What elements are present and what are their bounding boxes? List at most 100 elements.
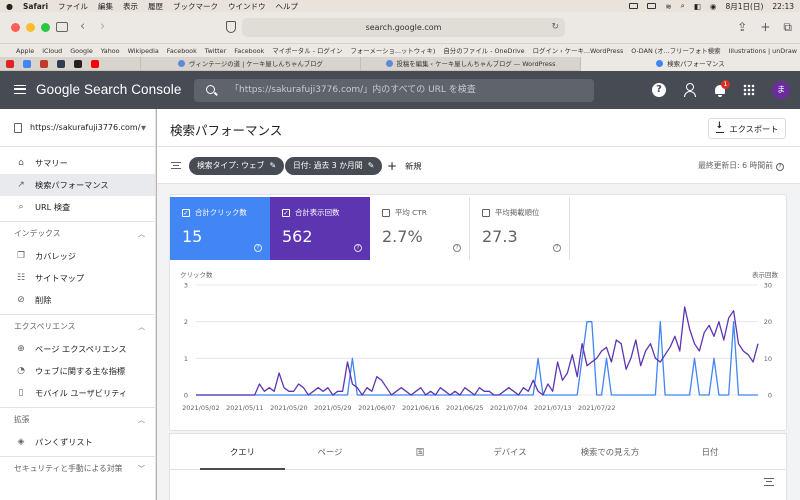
tab-overview-icon[interactable]: ⧉ [783,20,792,35]
back-icon[interactable]: ‹ [80,19,85,34]
tab-queries[interactable]: クエリ [200,434,285,470]
sidebar-item-core-web-vitals[interactable]: ◔ ウェブに関する主な指標 [0,360,155,382]
favorite-link[interactable]: Google [70,47,93,55]
product-logo[interactable]: Google Search Console [36,82,181,97]
sidebar-item-coverage[interactable]: ❐ カバレッジ [0,245,155,267]
sidebar-section-index[interactable]: インデックス ︿ [0,221,155,245]
help-icon[interactable]: ? [553,244,561,252]
sidebar-section-security[interactable]: セキュリティと手動による対策 ﹀ [0,456,155,480]
checkbox-checked-icon[interactable]: ✓ [182,208,190,217]
sidebar-item-page-experience[interactable]: ⊕ ページ エクスペリエンス [0,338,155,360]
browser-tab-active[interactable]: 検索パフォーマンス [580,56,800,71]
metric-total-impressions[interactable]: ✓ 合計表示回数 562 ? [270,197,370,260]
favorite-link[interactable]: フォーメーショ...ットウィキ) [351,46,436,55]
help-icon[interactable]: ? [254,244,262,252]
new-tab-icon[interactable]: + [760,20,770,35]
wifi-icon[interactable]: ≋ [665,2,671,11]
favorite-link[interactable]: Facebook [167,47,197,55]
sidebar-item-breadcrumbs[interactable]: ◈ パンくずリスト [0,431,155,453]
property-selector[interactable]: https://sakurafuji3776.com/ ▼ [0,109,155,147]
pinned-tab-icon[interactable] [57,59,65,68]
favorite-link[interactable]: Yahoo [101,47,120,55]
filter-chip-search-type[interactable]: 検索タイプ: ウェブ ✎ [189,157,285,175]
menubar-time[interactable]: 22:13 [772,2,794,11]
battery-icon[interactable] [647,3,657,9]
reload-icon[interactable]: ↻ [551,18,559,37]
menu-help[interactable]: ヘルプ [276,1,299,12]
display-icon[interactable] [629,3,639,9]
pinned-tab-icon[interactable] [74,59,82,68]
apple-icon[interactable]: ● [6,2,13,11]
menu-history[interactable]: 履歴 [148,1,163,12]
sidebar-section-experience[interactable]: エクスペリエンス ︿ [0,314,155,338]
sidebar-section-enhancements[interactable]: 拡張 ︿ [0,407,155,431]
sidebar-toggle-icon[interactable] [56,22,68,32]
favorite-link[interactable]: iCloud [42,47,62,55]
help-icon[interactable]: ? [354,244,362,252]
help-icon[interactable]: ? [776,163,784,171]
sidebar-item-url-inspection[interactable]: ⌕ URL 検査 [0,196,155,218]
sidebar-item-removals[interactable]: ⊘ 削除 [0,289,155,311]
search-icon[interactable]: ⌕ [681,1,685,11]
menu-window[interactable]: ウインドウ [228,1,266,12]
favorite-link[interactable]: O-DAN (オ...フリーフォト検索 [631,46,720,55]
checkbox-unchecked-icon[interactable] [482,208,490,217]
browser-tab[interactable]: ヴィンテージの道 | ケーキ屋しんちゃんブログ [140,56,360,71]
tab-devices[interactable]: デバイス [465,434,555,470]
new-filter-button[interactable]: + 新規 [387,157,421,175]
share-icon[interactable]: ⇪ [737,20,747,35]
close-window-button[interactable] [11,23,20,32]
menu-edit[interactable]: 編集 [98,1,113,12]
favorite-link[interactable]: Facebook [234,47,264,55]
sidebar-item-mobile-usability[interactable]: ▯ モバイル ユーザビリティ [0,382,155,404]
privacy-shield-icon[interactable] [226,21,236,33]
sidebar-item-summary[interactable]: ⌂ サマリー [0,152,155,174]
performance-chart[interactable]: クリック数 表示回数 0 0 1 10 2 20 3 30 2021/05/02 2021/05… [170,265,786,430]
minimize-window-button[interactable] [26,23,35,32]
pinned-tab-icon[interactable] [6,59,14,68]
filter-rows-icon[interactable] [764,478,774,486]
export-button[interactable]: エクスポート [708,118,786,139]
menu-view[interactable]: 表示 [123,1,138,12]
metric-total-clicks[interactable]: ✓ 合計クリック数 15 ? [170,197,270,260]
checkbox-checked-icon[interactable]: ✓ [282,208,290,217]
favorite-link[interactable]: Twitter [205,47,226,55]
favorite-link[interactable]: Apple [16,47,34,55]
apps-grid-icon[interactable] [743,84,755,96]
sidebar-item-sitemaps[interactable]: ☷ サイトマップ [0,267,155,289]
tab-dates[interactable]: 日付 [665,434,755,470]
favorite-link[interactable]: Wikipedia [128,47,159,55]
sidebar-item-performance[interactable]: ↗ 検索パフォーマンス [0,174,155,196]
browser-tab[interactable]: 投稿を編集 ‹ ケーキ屋しんちゃんブログ — WordPress [360,56,580,71]
menu-file[interactable]: ファイル [58,1,88,12]
url-inspection-search[interactable]: 「https://sakurafuji3776.com/」内のすべての URL … [194,79,594,102]
favorite-link[interactable]: Illustrations | unDraw [729,47,797,55]
siri-icon[interactable]: ◉ [710,2,717,11]
favorite-link[interactable]: マイポータル - ログイン [272,46,342,55]
favorite-link[interactable]: 自分のファイル - OneDrive [443,46,524,55]
control-center-icon[interactable]: ◧ [694,2,701,11]
metric-average-ctr[interactable]: 平均 CTR 2.7% ? [370,197,470,260]
user-settings-icon[interactable] [683,83,697,97]
menu-icon[interactable] [14,85,26,94]
menu-bookmarks[interactable]: ブックマーク [173,1,218,12]
tab-pages[interactable]: ページ [285,434,375,470]
help-icon[interactable]: ? [652,83,666,97]
pinned-tab-icon[interactable] [40,59,48,68]
checkbox-unchecked-icon[interactable] [382,208,390,217]
notifications-icon[interactable]: 1 [714,79,730,97]
forward-icon[interactable]: › [100,19,105,34]
pinned-tab-icon[interactable] [91,59,99,68]
zoom-window-button[interactable] [41,23,50,32]
filter-chip-date[interactable]: 日付: 過去 3 か月間 ✎ [285,157,383,175]
metric-average-position[interactable]: 平均掲載順位 27.3 ? [470,197,570,260]
filter-icon[interactable] [171,162,181,169]
tab-countries[interactable]: 国 [375,434,465,470]
help-icon[interactable]: ? [453,244,461,252]
menubar-app-name[interactable]: Safari [23,2,48,11]
pinned-tab-icon[interactable] [23,59,31,68]
tab-search-appearance[interactable]: 検索での見え方 [555,434,665,470]
favorite-link[interactable]: ログイン ‹ ケーキ...WordPress [533,46,624,55]
avatar[interactable]: ま [772,81,790,99]
menubar-date[interactable]: 8月1日(日) [725,1,763,12]
